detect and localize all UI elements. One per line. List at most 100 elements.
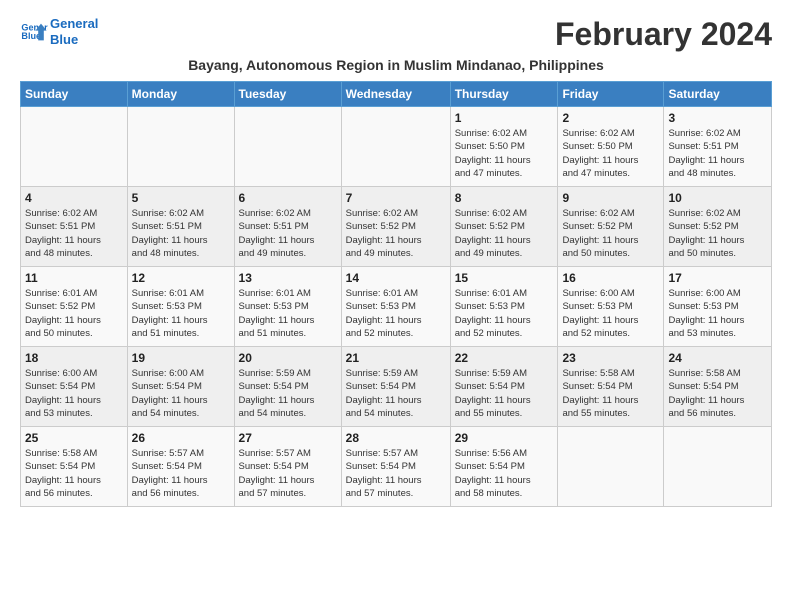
day-info: Sunrise: 6:01 AMSunset: 5:53 PMDaylight:… (346, 287, 446, 340)
calendar-cell: 19 Sunrise: 6:00 AMSunset: 5:54 PMDayligh… (127, 347, 234, 427)
day-info: Sunrise: 6:00 AMSunset: 5:53 PMDaylight:… (668, 287, 767, 340)
day-number: 1 (455, 111, 554, 125)
calendar-week-4: 18 Sunrise: 6:00 AMSunset: 5:54 PMDayligh… (21, 347, 772, 427)
calendar-cell (127, 107, 234, 187)
calendar-cell: 2 Sunrise: 6:02 AMSunset: 5:50 PMDaylight… (558, 107, 664, 187)
weekday-header-sunday: Sunday (21, 82, 128, 107)
day-info: Sunrise: 6:00 AMSunset: 5:53 PMDaylight:… (562, 287, 659, 340)
calendar-body: 1 Sunrise: 6:02 AMSunset: 5:50 PMDaylight… (21, 107, 772, 507)
day-info: Sunrise: 5:59 AMSunset: 5:54 PMDaylight:… (346, 367, 446, 420)
day-info: Sunrise: 5:57 AMSunset: 5:54 PMDaylight:… (346, 447, 446, 500)
day-info: Sunrise: 5:58 AMSunset: 5:54 PMDaylight:… (562, 367, 659, 420)
day-info: Sunrise: 6:01 AMSunset: 5:53 PMDaylight:… (239, 287, 337, 340)
day-number: 18 (25, 351, 123, 365)
calendar-cell (558, 427, 664, 507)
day-info: Sunrise: 5:57 AMSunset: 5:54 PMDaylight:… (132, 447, 230, 500)
weekday-header-saturday: Saturday (664, 82, 772, 107)
day-number: 4 (25, 191, 123, 205)
day-info: Sunrise: 6:02 AMSunset: 5:52 PMDaylight:… (455, 207, 554, 260)
calendar-cell (21, 107, 128, 187)
day-number: 23 (562, 351, 659, 365)
day-number: 12 (132, 271, 230, 285)
day-info: Sunrise: 5:59 AMSunset: 5:54 PMDaylight:… (455, 367, 554, 420)
page-header: General Blue General Blue February 2024 (20, 16, 772, 53)
day-info: Sunrise: 6:02 AMSunset: 5:52 PMDaylight:… (562, 207, 659, 260)
day-info: Sunrise: 6:02 AMSunset: 5:51 PMDaylight:… (25, 207, 123, 260)
calendar-cell: 11Sunrise: 6:01 AMSunset: 5:52 PMDayligh… (21, 267, 128, 347)
calendar-cell (341, 107, 450, 187)
calendar-cell: 16 Sunrise: 6:00 AMSunset: 5:53 PMDayligh… (558, 267, 664, 347)
day-number: 20 (239, 351, 337, 365)
day-number: 13 (239, 271, 337, 285)
calendar-cell: 21 Sunrise: 5:59 AMSunset: 5:54 PMDayligh… (341, 347, 450, 427)
day-number: 3 (668, 111, 767, 125)
day-number: 25 (25, 431, 123, 445)
calendar-cell: 3Sunrise: 6:02 AMSunset: 5:51 PMDaylight… (664, 107, 772, 187)
day-number: 2 (562, 111, 659, 125)
svg-text:Blue: Blue (21, 31, 41, 41)
calendar-cell: 26 Sunrise: 5:57 AMSunset: 5:54 PMDayligh… (127, 427, 234, 507)
day-number: 29 (455, 431, 554, 445)
calendar-week-2: 4 Sunrise: 6:02 AMSunset: 5:51 PMDaylight… (21, 187, 772, 267)
calendar-cell: 5Sunrise: 6:02 AMSunset: 5:51 PMDaylight… (127, 187, 234, 267)
calendar-cell: 14 Sunrise: 6:01 AMSunset: 5:53 PMDayligh… (341, 267, 450, 347)
day-number: 17 (668, 271, 767, 285)
day-number: 9 (562, 191, 659, 205)
day-info: Sunrise: 5:58 AMSunset: 5:54 PMDaylight:… (25, 447, 123, 500)
calendar-cell: 7 Sunrise: 6:02 AMSunset: 5:52 PMDaylight… (341, 187, 450, 267)
day-info: Sunrise: 6:02 AMSunset: 5:50 PMDaylight:… (455, 127, 554, 180)
day-number: 11 (25, 271, 123, 285)
day-number: 8 (455, 191, 554, 205)
calendar-cell: 23 Sunrise: 5:58 AMSunset: 5:54 PMDayligh… (558, 347, 664, 427)
calendar-cell: 8 Sunrise: 6:02 AMSunset: 5:52 PMDaylight… (450, 187, 558, 267)
calendar-cell: 10 Sunrise: 6:02 AMSunset: 5:52 PMDayligh… (664, 187, 772, 267)
day-number: 26 (132, 431, 230, 445)
calendar-cell: 27 Sunrise: 5:57 AMSunset: 5:54 PMDayligh… (234, 427, 341, 507)
location-title: Bayang, Autonomous Region in Muslim Mind… (20, 57, 772, 73)
day-number: 10 (668, 191, 767, 205)
calendar-cell: 13 Sunrise: 6:01 AMSunset: 5:53 PMDayligh… (234, 267, 341, 347)
day-info: Sunrise: 6:00 AMSunset: 5:54 PMDaylight:… (132, 367, 230, 420)
calendar-cell (664, 427, 772, 507)
calendar-cell: 17 Sunrise: 6:00 AMSunset: 5:53 PMDayligh… (664, 267, 772, 347)
weekday-header-tuesday: Tuesday (234, 82, 341, 107)
logo-line2: Blue (50, 32, 98, 48)
logo-text: General Blue (50, 16, 98, 47)
day-number: 7 (346, 191, 446, 205)
calendar-cell: 6Sunrise: 6:02 AMSunset: 5:51 PMDaylight… (234, 187, 341, 267)
day-info: Sunrise: 6:01 AMSunset: 5:53 PMDaylight:… (455, 287, 554, 340)
calendar-week-5: 25 Sunrise: 5:58 AMSunset: 5:54 PMDayligh… (21, 427, 772, 507)
day-info: Sunrise: 5:58 AMSunset: 5:54 PMDaylight:… (668, 367, 767, 420)
day-info: Sunrise: 6:02 AMSunset: 5:52 PMDaylight:… (668, 207, 767, 260)
day-number: 6 (239, 191, 337, 205)
day-number: 24 (668, 351, 767, 365)
day-info: Sunrise: 5:56 AMSunset: 5:54 PMDaylight:… (455, 447, 554, 500)
month-title: February 2024 (555, 16, 772, 53)
logo-line1: General (50, 16, 98, 32)
calendar-cell: 22 Sunrise: 5:59 AMSunset: 5:54 PMDayligh… (450, 347, 558, 427)
day-number: 22 (455, 351, 554, 365)
calendar-cell (234, 107, 341, 187)
day-info: Sunrise: 6:02 AMSunset: 5:52 PMDaylight:… (346, 207, 446, 260)
day-info: Sunrise: 6:02 AMSunset: 5:51 PMDaylight:… (132, 207, 230, 260)
calendar-cell: 20Sunrise: 5:59 AMSunset: 5:54 PMDayligh… (234, 347, 341, 427)
calendar-cell: 4 Sunrise: 6:02 AMSunset: 5:51 PMDaylight… (21, 187, 128, 267)
day-number: 16 (562, 271, 659, 285)
logo: General Blue General Blue (20, 16, 98, 47)
calendar-cell: 9 Sunrise: 6:02 AMSunset: 5:52 PMDaylight… (558, 187, 664, 267)
day-info: Sunrise: 6:01 AMSunset: 5:53 PMDaylight:… (132, 287, 230, 340)
calendar-cell: 24 Sunrise: 5:58 AMSunset: 5:54 PMDayligh… (664, 347, 772, 427)
day-info: Sunrise: 5:57 AMSunset: 5:54 PMDaylight:… (239, 447, 337, 500)
calendar-cell: 28 Sunrise: 5:57 AMSunset: 5:54 PMDayligh… (341, 427, 450, 507)
day-number: 27 (239, 431, 337, 445)
weekday-header-wednesday: Wednesday (341, 82, 450, 107)
day-number: 28 (346, 431, 446, 445)
day-info: Sunrise: 6:02 AMSunset: 5:50 PMDaylight:… (562, 127, 659, 180)
day-number: 14 (346, 271, 446, 285)
day-number: 15 (455, 271, 554, 285)
calendar-cell: 12 Sunrise: 6:01 AMSunset: 5:53 PMDayligh… (127, 267, 234, 347)
day-number: 19 (132, 351, 230, 365)
day-info: Sunrise: 6:00 AMSunset: 5:54 PMDaylight:… (25, 367, 123, 420)
weekday-header-friday: Friday (558, 82, 664, 107)
day-number: 21 (346, 351, 446, 365)
